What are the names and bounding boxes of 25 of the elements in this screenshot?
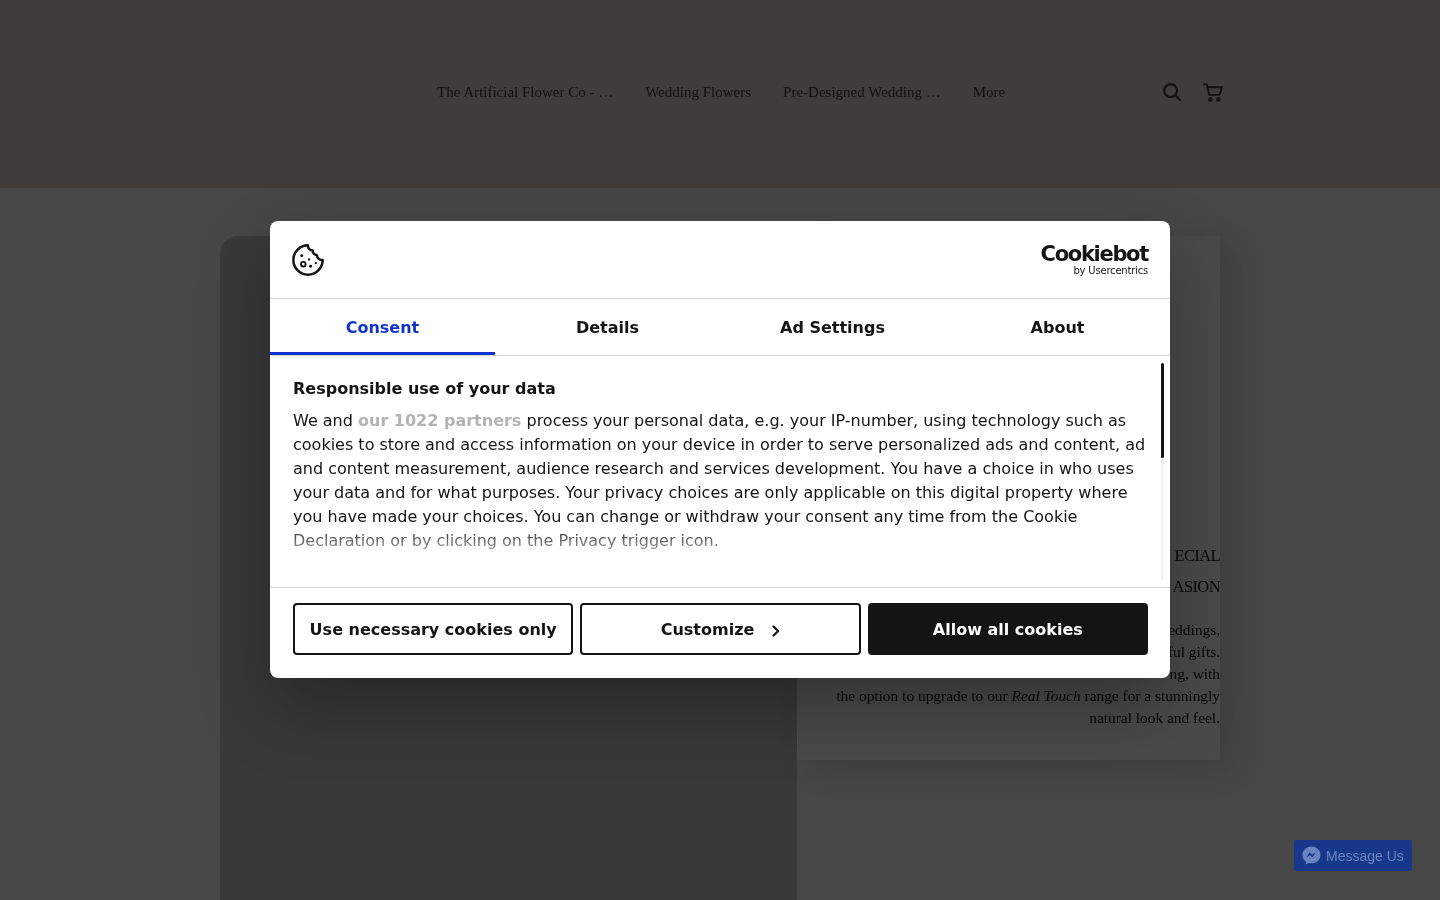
description-text: natural look and feel.	[1089, 708, 1220, 728]
consent-text: We and our 1022 partners process your personal data, e.g. your IP-number, using technology such as cookies to store and access information on your device in order to serve personalized ads and content, ad and content measurement, audience research and services development. You have a choice in who uses your data and for what purposes. Your privacy choices are only applicable on this digital property where you have made your choices. You can change or withdraw your consent any time from the Cookie Declaration or by clicking on the Privacy trigger icon.	[293, 410, 1147, 552]
tab[interactable]: Details	[495, 299, 720, 355]
cart-icon	[1202, 82, 1223, 102]
consent-button[interactable]: Customize	[580, 603, 861, 655]
consent-button[interactable]: Allow all cookies	[867, 603, 1148, 655]
section-heading: Responsible use of your data	[293, 378, 557, 400]
description-text: ng, with	[1169, 664, 1220, 684]
logo-subtitle: by Usercentrics	[1073, 265, 1148, 276]
consent-button[interactable]: Use necessary cookies only	[293, 603, 574, 655]
heading-text: ASION	[1172, 576, 1220, 598]
search-button[interactable]	[1161, 81, 1182, 103]
heading-text: ECIAL	[1174, 545, 1220, 567]
chevron-right-icon	[772, 625, 781, 637]
search-icon	[1162, 83, 1181, 101]
tab[interactable]: Ad Settings	[720, 299, 945, 355]
tab[interactable]: Consent	[270, 299, 495, 355]
scrollbar-thumb[interactable]	[1161, 363, 1164, 458]
description-text: the option to upgrade to our Real Touch range for a stunningly	[836, 686, 1220, 706]
cookie-icon	[292, 243, 324, 276]
tab[interactable]: About	[945, 299, 1170, 355]
cart-button[interactable]	[1202, 81, 1223, 103]
logo-text: Cookiebot	[1040, 243, 1148, 265]
chat-bubble-icon	[1302, 846, 1321, 865]
description-text: eddings,	[1168, 620, 1220, 640]
